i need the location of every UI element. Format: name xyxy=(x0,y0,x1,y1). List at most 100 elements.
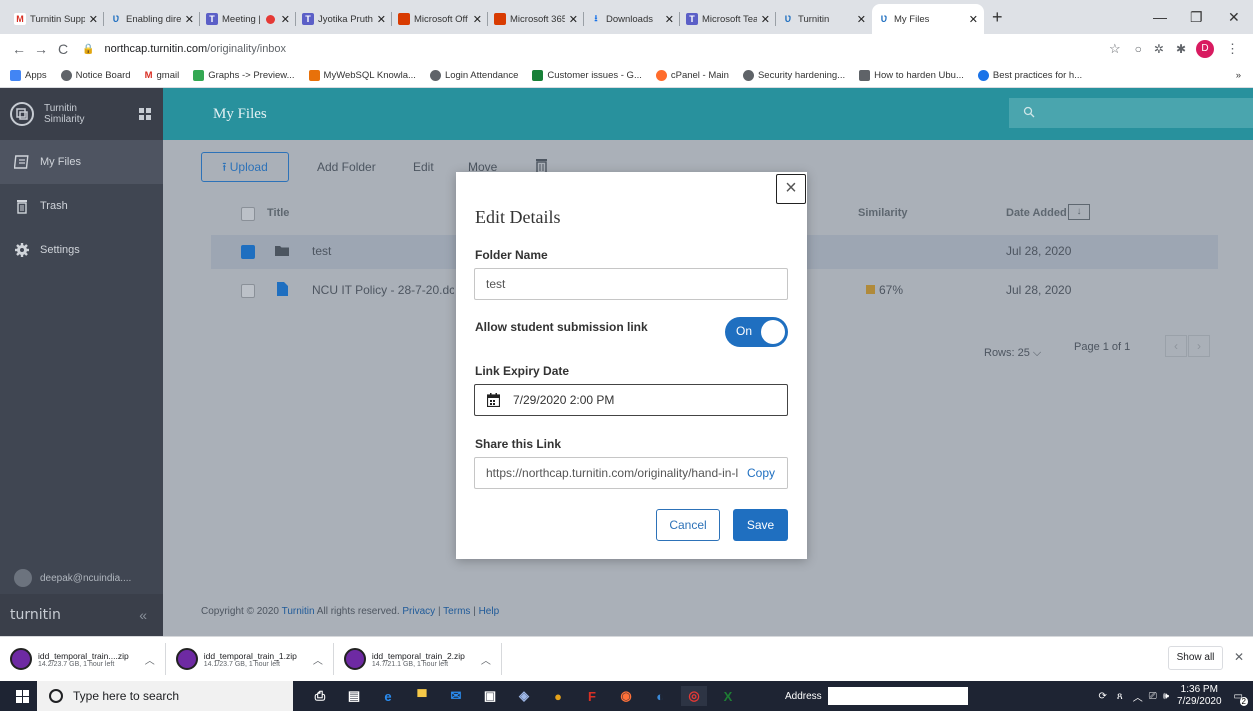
show-all-button[interactable]: Show all xyxy=(1168,646,1223,670)
turnitin-link[interactable]: Turnitin xyxy=(282,606,315,617)
edge-icon[interactable]: e xyxy=(375,686,401,706)
row-similarity[interactable]: 67% xyxy=(879,283,903,297)
excel-icon[interactable]: X xyxy=(715,686,741,706)
close-tab-icon[interactable]: ✕ xyxy=(89,13,98,26)
bookmark[interactable]: cPanel - Main xyxy=(655,70,729,81)
clock[interactable]: 1:36 PM 7/29/2020 xyxy=(1177,684,1222,708)
browser-tab[interactable]: T Meeting | ✕ xyxy=(200,4,296,34)
task-view-icon[interactable]: ▤ xyxy=(341,686,367,706)
reload-icon[interactable]: C xyxy=(52,41,74,57)
browser-tab[interactable]: Ʋ Enabling direc ✕ xyxy=(104,4,200,34)
close-tab-icon[interactable]: ✕ xyxy=(569,13,578,26)
row-checkbox[interactable] xyxy=(241,245,255,259)
browser-tab[interactable]: T Microsoft Tea ✕ xyxy=(680,4,776,34)
bookmark[interactable]: Mgmail xyxy=(145,70,180,81)
download-item[interactable]: idd_temporal_train_2.zip 14.7/21.1 GB, 1 … xyxy=(334,643,502,675)
column-header-similarity[interactable]: Similarity xyxy=(858,207,908,219)
bookmark[interactable]: Customer issues - G... xyxy=(532,70,642,81)
bookmark[interactable]: Best practices for h... xyxy=(977,70,1082,81)
chevron-up-icon[interactable]: ︿ xyxy=(1133,689,1143,704)
folder-name-field[interactable]: test xyxy=(474,268,788,300)
puzzle-icon[interactable]: ✱ xyxy=(1176,42,1186,56)
rows-per-page-select[interactable]: Rows: 25 ⌵ xyxy=(984,347,1041,360)
help-link[interactable]: Help xyxy=(479,606,500,617)
next-page-button[interactable]: › xyxy=(1188,335,1210,357)
microphone-icon[interactable]: ⎙ xyxy=(307,686,333,706)
bookmark[interactable]: Login Attendance xyxy=(429,70,518,81)
row-title[interactable]: test xyxy=(312,244,331,258)
column-header-date-added[interactable]: Date Added xyxy=(1006,207,1067,219)
prev-page-button[interactable]: ‹ xyxy=(1165,335,1187,357)
mail-icon[interactable]: ✉ xyxy=(443,686,469,706)
privacy-link[interactable]: Privacy xyxy=(402,606,435,617)
file-explorer-icon[interactable]: ▀ xyxy=(409,686,435,706)
network-icon[interactable]: ⎚ xyxy=(1149,691,1157,702)
forward-icon[interactable]: → xyxy=(30,41,52,57)
close-tab-icon[interactable]: ✕ xyxy=(665,13,674,26)
close-icon[interactable]: × xyxy=(776,174,806,204)
browser-tab-active[interactable]: Ʋ My Files ✕ xyxy=(872,4,984,34)
back-icon[interactable]: ← xyxy=(8,41,30,57)
close-downloads-icon[interactable]: ✕ xyxy=(1234,650,1244,664)
collapse-sidebar-button[interactable]: « xyxy=(139,607,147,623)
browser-tab[interactable]: Microsoft Off ✕ xyxy=(392,4,488,34)
url-field[interactable]: northcap.turnitin.com/originality/inbox xyxy=(104,43,286,55)
bookmark[interactable]: Notice Board xyxy=(60,70,131,81)
app-icon[interactable]: ◈ xyxy=(511,686,537,706)
copy-link-button[interactable]: Copy xyxy=(740,458,787,488)
sidebar-item-my-files[interactable]: My Files xyxy=(0,140,163,184)
browser-tab[interactable]: ⭳ Downloads ✕ xyxy=(584,4,680,34)
extension-icon[interactable]: ○ xyxy=(1135,42,1142,56)
cancel-button[interactable]: Cancel xyxy=(656,509,720,541)
select-all-checkbox[interactable] xyxy=(241,207,255,221)
expiry-date-field[interactable]: 7/29/2020 2:00 PM xyxy=(474,384,788,416)
chevron-up-icon[interactable]: ︿ xyxy=(313,652,323,667)
close-window-button[interactable]: ✕ xyxy=(1228,0,1240,34)
save-button[interactable]: Save xyxy=(733,509,788,541)
terms-link[interactable]: Terms xyxy=(443,606,470,617)
restore-button[interactable]: ❐ xyxy=(1190,0,1203,34)
notification-icon[interactable]: ▭ 2 xyxy=(1234,691,1248,706)
chevron-up-icon[interactable]: ︿ xyxy=(481,652,491,667)
menu-icon[interactable]: ⋮ xyxy=(1226,41,1239,57)
add-folder-button[interactable]: Add Folder xyxy=(317,152,376,182)
close-tab-icon[interactable]: ✕ xyxy=(473,13,482,26)
filezilla-icon[interactable]: F xyxy=(579,686,605,706)
store-icon[interactable]: ▣ xyxy=(477,686,503,706)
row-title[interactable]: NCU IT Policy - 28-7-20.dc xyxy=(312,283,454,297)
user-account[interactable]: deepak@ncuindia.... xyxy=(0,562,163,594)
browser-tab[interactable]: Microsoft 365 ✕ xyxy=(488,4,584,34)
people-icon[interactable]: ጸ xyxy=(1117,691,1123,702)
volume-icon[interactable]: 🕪 xyxy=(1163,691,1169,702)
upload-button[interactable]: ⭱ Upload xyxy=(201,152,289,182)
app-switcher-icon[interactable] xyxy=(139,108,151,120)
sidebar-item-trash[interactable]: Trash xyxy=(0,184,163,228)
new-tab-button[interactable]: + xyxy=(992,7,1003,28)
bookmark[interactable]: MyWebSQL Knowla... xyxy=(308,70,416,81)
download-item[interactable]: idd_temporal_train....zip 14.2/23.7 GB, 1… xyxy=(0,643,166,675)
column-header-title[interactable]: Title xyxy=(267,207,289,219)
chrome-active-icon[interactable]: ◎ xyxy=(681,686,707,706)
more-bookmarks-button[interactable]: » xyxy=(1236,70,1241,81)
app-icon[interactable]: ◐ xyxy=(647,686,673,706)
sidebar-item-settings[interactable]: Settings xyxy=(0,228,163,272)
browser-tab[interactable]: T Jyotika Pruthi ✕ xyxy=(296,4,392,34)
sort-down-icon[interactable]: ↓ xyxy=(1068,204,1090,220)
taskbar-search[interactable]: Type here to search xyxy=(37,681,293,711)
bookmark[interactable]: Security hardening... xyxy=(742,70,845,81)
extension-icon[interactable]: ✲ xyxy=(1154,42,1164,56)
browser-tab[interactable]: Ʋ Turnitin ✕ xyxy=(776,4,872,34)
bookmark[interactable]: Graphs -> Preview... xyxy=(193,70,295,81)
chevron-up-icon[interactable]: ︿ xyxy=(145,652,155,667)
edit-button[interactable]: Edit xyxy=(413,152,434,182)
close-tab-icon[interactable]: ✕ xyxy=(185,13,194,26)
bookmark[interactable]: How to harden Ubu... xyxy=(859,70,964,81)
close-tab-icon[interactable]: ✕ xyxy=(281,13,290,26)
search-input[interactable] xyxy=(1009,98,1253,128)
share-link-field[interactable]: https://northcap.turnitin.com/originalit… xyxy=(474,457,788,489)
download-item[interactable]: idd_temporal_train_1.zip 14.1/23.7 GB, 1 … xyxy=(166,643,334,675)
close-tab-icon[interactable]: ✕ xyxy=(969,13,978,26)
browser-tab[interactable]: M Turnitin Supp ✕ xyxy=(8,4,104,34)
windows-start-icon[interactable] xyxy=(16,689,29,703)
taskbar-address-input[interactable] xyxy=(827,687,968,705)
